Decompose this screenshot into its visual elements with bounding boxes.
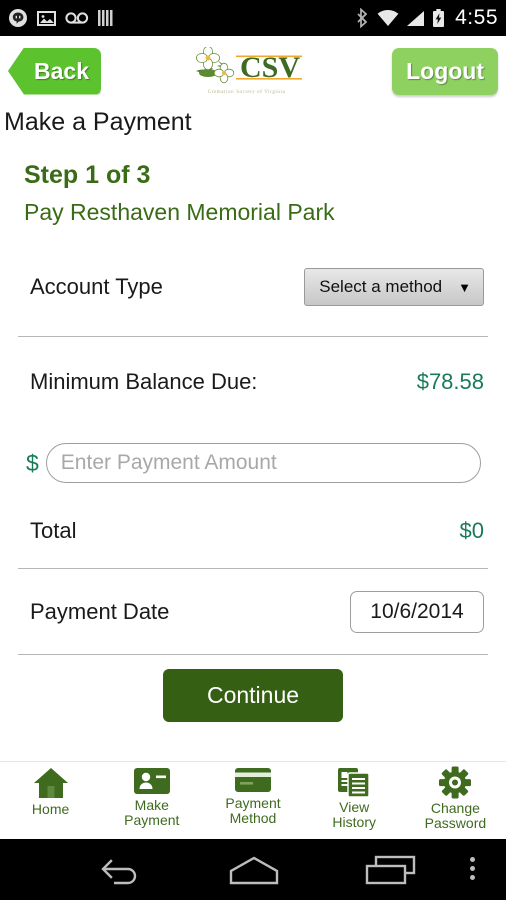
wifi-icon — [377, 9, 399, 26]
account-type-label: Account Type — [30, 274, 163, 299]
status-bar-right-icons: 4:55 — [357, 6, 498, 30]
step-indicator: Step 1 of 3 — [24, 161, 151, 189]
divider-account-type — [18, 336, 488, 337]
account-type-select[interactable]: Select a method ▼ — [304, 268, 484, 306]
tab-view-history-label: View History — [332, 799, 376, 830]
cellular-signal-icon — [407, 10, 425, 26]
csv-logo-subtitle: Cremation Society of Virginia — [207, 90, 286, 95]
overflow-menu-dot — [470, 866, 475, 871]
payment-date-input[interactable] — [350, 591, 484, 633]
account-type-row: Account Type Select a method ▼ — [0, 268, 506, 306]
phone-screen: 4:55 Back CSV Cremation Society of Virgi… — [0, 0, 506, 900]
id-card-icon — [133, 768, 170, 794]
csv-logo-mark: CSV — [195, 47, 302, 84]
total-row: Total $0 — [0, 518, 506, 544]
tab-payment-method[interactable]: Payment Method — [202, 762, 303, 826]
payment-date-label: Payment Date — [30, 599, 170, 624]
payment-amount-input[interactable] — [45, 443, 481, 483]
continue-button[interactable]: Continue — [162, 669, 344, 722]
divider-total — [18, 568, 488, 569]
continue-button-wrap: Continue — [0, 655, 506, 722]
nav-back-button[interactable] — [92, 853, 140, 885]
documents-icon — [338, 768, 370, 798]
total-label: Total — [30, 518, 77, 543]
minimum-balance-row: Minimum Balance Due: $78.58 — [0, 369, 506, 395]
nav-home-button[interactable] — [228, 855, 280, 885]
tab-view-history[interactable]: View History — [304, 762, 405, 830]
bottom-tab-bar: Home Make Payment Payment Method View Hi… — [0, 761, 506, 839]
image-icon — [37, 10, 56, 26]
overflow-menu-dot — [470, 875, 475, 880]
tab-change-password-label: Change Password — [424, 800, 487, 831]
total-value: $0 — [459, 518, 484, 543]
account-type-selected-value: Select a method — [319, 277, 443, 296]
tab-payment-method-label: Payment Method — [225, 795, 281, 826]
currency-symbol: $ — [26, 449, 39, 476]
android-nav-bar — [0, 839, 506, 900]
nav-recents-button[interactable] — [365, 855, 417, 885]
app-header: Back CSV Cremation Society of Virginia L… — [0, 36, 506, 106]
tab-home-label: Home — [31, 801, 70, 817]
minimum-balance-label: Minimum Balance Due: — [30, 369, 258, 394]
credit-card-icon — [235, 768, 271, 792]
signal-bars-icon — [98, 10, 113, 26]
tab-change-password[interactable]: Change Password — [405, 762, 506, 831]
svg-text:CSV: CSV — [240, 51, 300, 84]
csv-logo: CSV Cremation Society of Virginia — [188, 47, 306, 95]
bluetooth-icon — [357, 8, 368, 28]
status-bar-clock: 4:55 — [455, 6, 498, 29]
tab-home[interactable]: Home — [0, 762, 101, 817]
status-bar-left-icons — [8, 8, 114, 28]
status-bar: 4:55 — [0, 0, 506, 36]
battery-charging-icon — [433, 8, 445, 27]
hangouts-icon — [9, 9, 27, 27]
back-button[interactable]: Back — [8, 47, 101, 95]
gear-icon — [439, 766, 472, 799]
payment-amount-row: $ — [0, 443, 506, 483]
page-title: Make a Payment — [4, 108, 192, 136]
payment-date-row: Payment Date — [0, 591, 506, 633]
home-icon — [33, 768, 68, 798]
back-button-label: Back — [34, 57, 89, 84]
overflow-menu-icon — [470, 857, 475, 862]
nav-overflow-menu-button[interactable] — [470, 857, 475, 880]
minimum-balance-value: $78.58 — [416, 369, 484, 394]
home-nav-icon — [229, 856, 279, 885]
back-icon — [101, 859, 137, 885]
logout-button[interactable]: Logout — [392, 47, 498, 95]
logout-button-label: Logout — [406, 57, 484, 84]
tab-make-payment-label: Make Payment — [124, 797, 180, 828]
page-subtitle: Pay Resthaven Memorial Park — [24, 199, 335, 225]
recents-icon — [365, 855, 416, 885]
tab-make-payment[interactable]: Make Payment — [101, 762, 202, 828]
voicemail-icon — [65, 12, 89, 24]
chevron-down-icon: ▼ — [458, 279, 471, 295]
